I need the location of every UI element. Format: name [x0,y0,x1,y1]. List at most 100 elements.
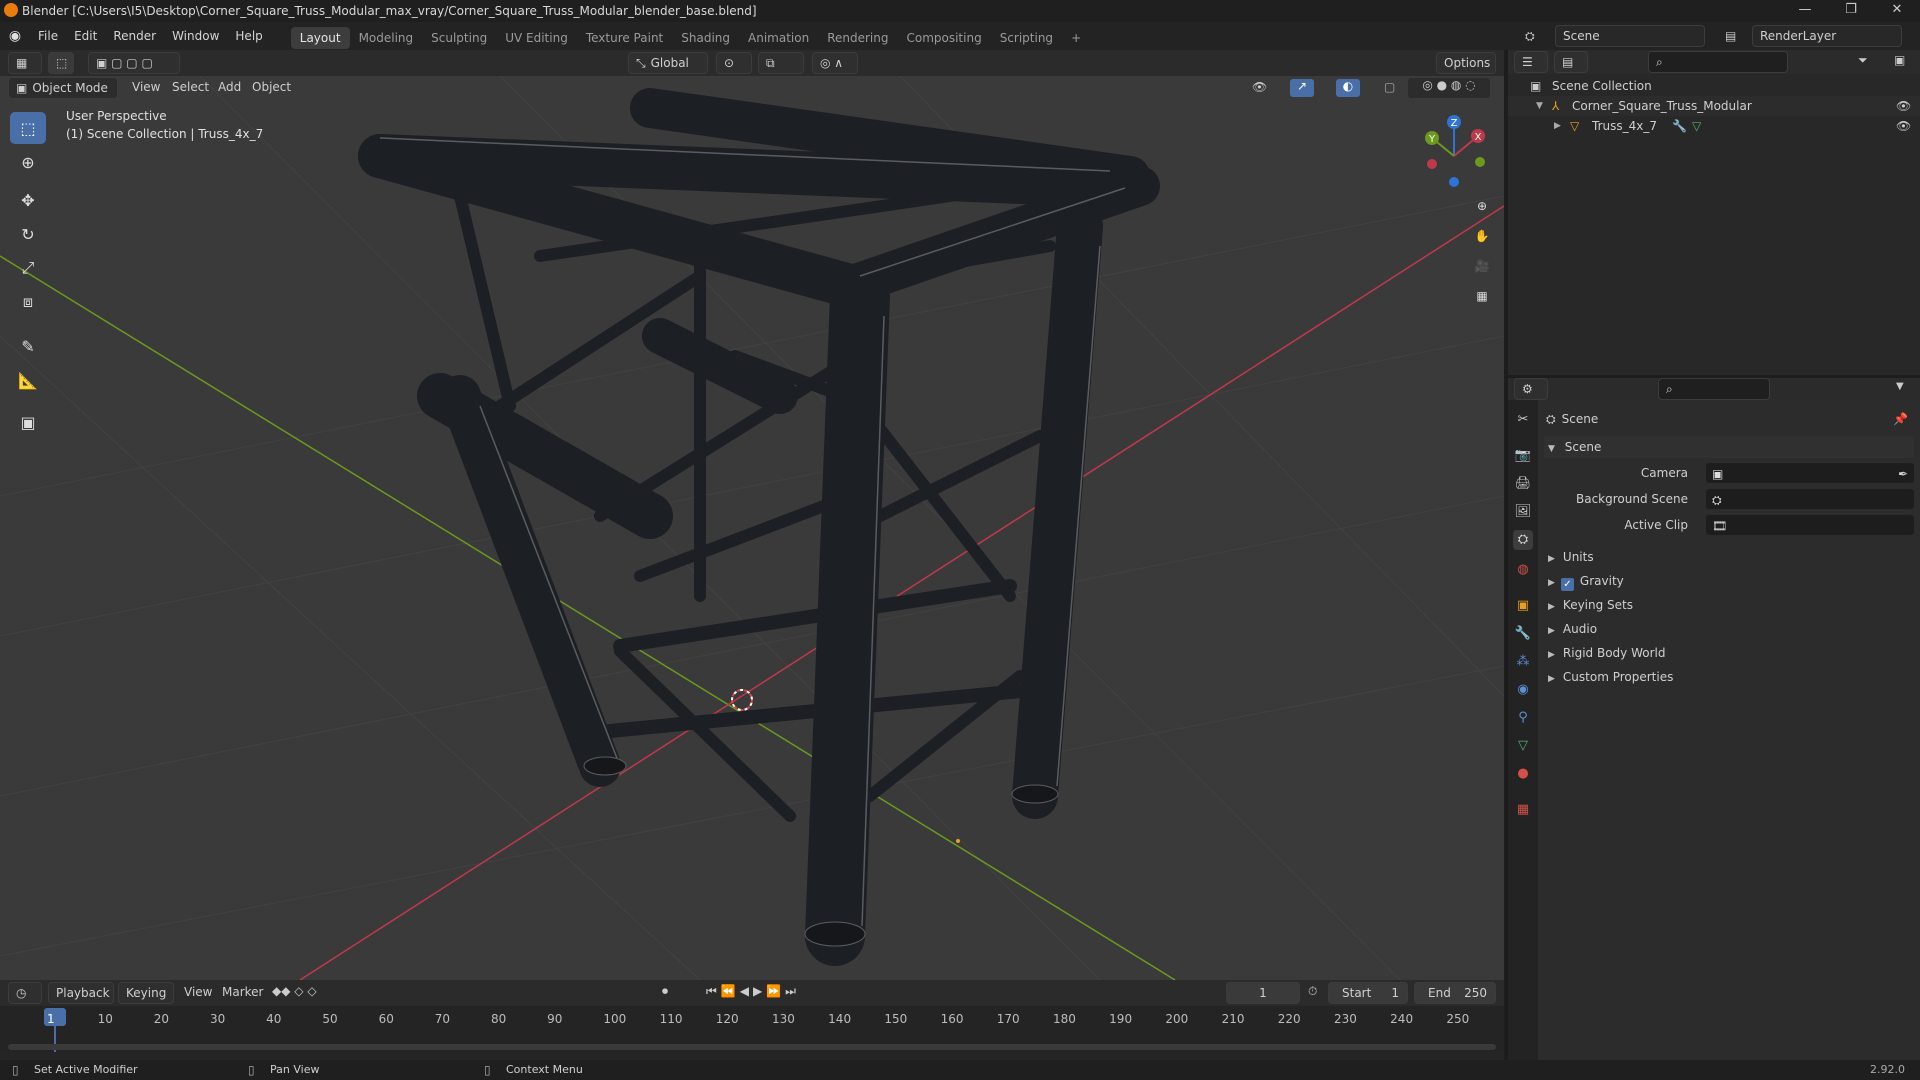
data-tab-icon[interactable]: ▽ [1513,736,1533,756]
tab-modeling[interactable]: Modeling [350,27,423,49]
tab-animation[interactable]: Animation [739,27,818,49]
shading-mode-buttons[interactable]: ◎ ● ◍ ◌ [1408,78,1490,98]
expand-arrow-icon[interactable]: ▼ [1536,96,1543,116]
tab-layout[interactable]: Layout [290,26,350,49]
units-section[interactable]: ▶ Units [1544,546,1914,568]
tool-tab-icon[interactable]: ✂ [1513,410,1533,430]
menu-file[interactable]: File [30,22,66,50]
particles-tab-icon[interactable]: ⁂ [1513,652,1533,672]
viewport-menu-object[interactable]: Object [252,80,291,94]
new-collection-icon[interactable]: ▣ [1894,53,1905,67]
world-tab-icon[interactable]: ◍ [1513,560,1533,580]
keying-sets-section[interactable]: ▶ Keying Sets [1544,594,1914,616]
display-mode-button[interactable]: ▤ [1554,51,1588,73]
visibility-icon[interactable]: 👁 [1252,80,1267,94]
modifier-tab-icon[interactable]: 🔧 [1513,624,1533,644]
outliner-row-scene-collection[interactable]: ▣ Scene Collection [1508,76,1920,96]
physics-tab-icon[interactable]: ◉ [1513,680,1533,700]
viewport-menu-add[interactable]: Add [218,80,241,94]
overlay-toggle-icon[interactable]: ◐ [1336,79,1360,97]
background-scene-field[interactable]: ⛭ [1706,489,1914,509]
tab-shading[interactable]: Shading [672,27,739,49]
minimize-button[interactable]: — [1782,0,1828,22]
move-tool-icon[interactable]: ✥ [10,184,46,216]
constraints-tab-icon[interactable]: ⚲ [1513,708,1533,728]
measure-tool-icon[interactable]: 📐 [10,364,46,396]
select-mode-buttons[interactable]: ▣ ▢ ▢ ▢ [88,52,180,74]
annotate-tool-icon[interactable]: ✎ [10,330,46,362]
output-tab-icon[interactable]: 🖨 [1513,474,1533,494]
current-frame-field[interactable]: 1 [1226,982,1300,1004]
filter-icon[interactable]: ⏷ [1858,53,1868,68]
select-tool-icon[interactable]: ⬚ [48,52,74,74]
gravity-checkbox[interactable]: ✓ [1560,578,1574,591]
snap-toggle[interactable]: ⧉ [758,52,804,74]
pan-hand-icon[interactable]: ✋ [1468,222,1496,250]
camera-view-icon[interactable]: 🎥 [1468,252,1496,280]
tab-texture-paint[interactable]: Texture Paint [577,27,672,49]
outliner-editor-type-button[interactable]: ☰ [1514,51,1548,73]
timeline-menu-view[interactable]: View [184,985,212,999]
xray-toggle-icon[interactable]: ▢ [1384,80,1395,94]
properties-options-icon[interactable]: ▼ [1896,381,1904,392]
options-dropdown[interactable]: Options [1436,52,1496,74]
playback-menu[interactable]: Playback [48,982,114,1004]
texture-tab-icon[interactable]: ▦ [1513,800,1533,820]
tab-uv-editing[interactable]: UV Editing [496,27,577,49]
visibility-eye-icon[interactable]: 👁 [1896,96,1911,116]
transform-orientation-dropdown[interactable]: ⤡ Global [628,52,708,74]
menu-render[interactable]: Render [105,22,164,50]
scene-selector[interactable]: Scene [1555,25,1705,47]
truss-object[interactable] [358,88,1160,966]
transform-tool-icon[interactable]: ⧈ [10,286,46,318]
rigid-body-world-section[interactable]: ▶ Rigid Body World [1544,642,1914,664]
keying-menu[interactable]: Keying [118,982,174,1004]
viewport-menu-select[interactable]: Select [172,80,209,94]
custom-properties-section[interactable]: ▶ Custom Properties [1544,666,1914,688]
3d-viewport[interactable]: ▣ Object Mode View Select Add Object 👁 ↗ … [0,76,1504,980]
close-button[interactable]: ✕ [1874,0,1920,22]
tab-scripting[interactable]: Scripting [991,27,1062,49]
navigation-gizmo[interactable]: Z X Y [1410,112,1490,192]
mesh-data-icon[interactable]: ▽ [1692,116,1701,136]
keyframe-buttons-icon[interactable]: ◆◆ ◇ ◇ [272,984,317,998]
tab-rendering[interactable]: Rendering [818,27,897,49]
object-mode-dropdown[interactable]: ▣ Object Mode [8,77,118,99]
gravity-section[interactable]: ▶ ✓ Gravity [1544,570,1914,592]
renderlayer-selector[interactable]: RenderLayer [1752,25,1902,47]
zoom-icon[interactable]: ⊕ [1468,192,1496,220]
timeline-ruler[interactable]: 1 10 20 30 40 50 60 70 80 90 100 110 120 130 140 150 160… [0,1006,1504,1052]
playback-controls-icon[interactable]: ⏮⏪◀▶⏩⏭ [706,984,800,999]
blender-menu-icon[interactable]: ◉ [0,28,30,44]
modifier-wrench-icon[interactable]: 🔧 [1672,116,1687,136]
expand-arrow-icon[interactable]: ▶ [1554,116,1561,136]
timeline-scrollbar[interactable] [8,1044,1496,1050]
gizmo-toggle-icon[interactable]: ↗ [1290,79,1314,97]
audio-section[interactable]: ▶ Audio [1544,618,1914,640]
timeline-menu-marker[interactable]: Marker [222,985,263,999]
proportional-edit-toggle[interactable]: ◎ ∧ [812,52,858,74]
eyedropper-icon[interactable]: ✒ [1898,463,1908,485]
timeline-editor-type-button[interactable]: ◷ [8,982,42,1004]
menu-edit[interactable]: Edit [66,22,105,50]
active-clip-field[interactable]: 🎞 [1706,515,1914,535]
camera-field[interactable]: ▣ ✒ [1706,463,1914,483]
add-cube-tool-icon[interactable]: ▣ [10,406,46,438]
outliner-search-input[interactable]: ⌕ [1648,51,1788,73]
end-frame-field[interactable]: End 250 [1414,982,1496,1004]
ortho-grid-icon[interactable]: ▦ [1468,282,1496,310]
tab-sculpting[interactable]: Sculpting [422,27,496,49]
scene-panel-header[interactable]: ▼ Scene [1544,436,1914,458]
scene-tab-icon[interactable]: ⛭ [1513,530,1533,550]
outliner-row-collection[interactable]: ▼ ⅄ Corner_Square_Truss_Modular 👁 [1508,96,1920,116]
menu-help[interactable]: Help [227,22,270,50]
object-tab-icon[interactable]: ▣ [1513,596,1533,616]
pivot-point-dropdown[interactable]: ⊙ [716,52,752,74]
cursor-tool-icon[interactable]: ⊕ [10,146,46,178]
maximize-button[interactable]: ❐ [1828,0,1874,22]
tab-compositing[interactable]: Compositing [897,27,990,49]
scale-tool-icon[interactable]: ⤢ [10,252,46,284]
properties-editor-type-button[interactable]: ⚙ [1514,378,1548,400]
properties-search-input[interactable]: ⌕ [1658,378,1770,400]
viewport-menu-view[interactable]: View [132,80,160,94]
